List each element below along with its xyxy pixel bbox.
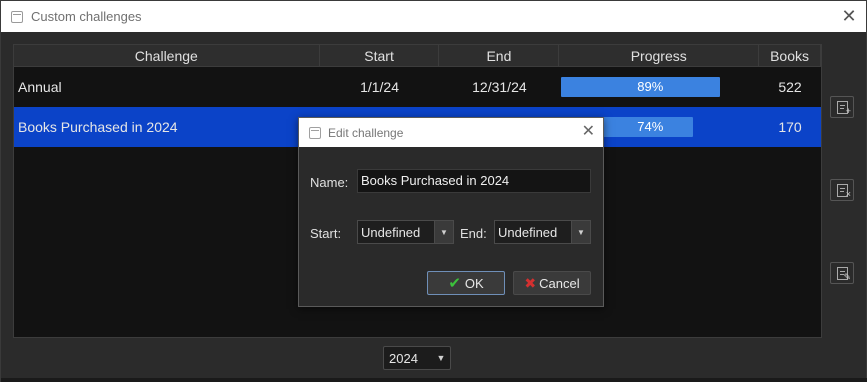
cell-challenge: Books Purchased in 2024	[18, 119, 178, 135]
edit-challenge-button[interactable]: ✎	[830, 262, 854, 284]
name-label: Name:	[310, 175, 349, 190]
chevron-down-icon: ▼	[571, 221, 590, 243]
dialog-titlebar: Edit challenge ✕	[299, 118, 603, 147]
header-start[interactable]: Start	[320, 45, 440, 66]
year-select-value: 2024	[389, 350, 418, 366]
progress-bar: 89%	[561, 77, 739, 97]
cell-challenge: Annual	[18, 79, 62, 95]
cancel-button-label: Cancel	[539, 275, 580, 291]
header-end[interactable]: End	[439, 45, 560, 66]
add-challenge-button[interactable]: +	[830, 96, 854, 118]
end-label: End:	[460, 226, 487, 241]
start-combo[interactable]: Undefined ▼	[357, 220, 454, 244]
year-select[interactable]: 2024 ▼	[383, 346, 451, 370]
ok-button[interactable]: ✔ OK	[427, 271, 505, 295]
bottom-strip	[1, 378, 867, 382]
table-row[interactable]: Annual 1/1/24 12/31/24 89% 522	[14, 67, 821, 107]
chevron-down-icon: ▼	[434, 221, 453, 243]
dialog-title: Edit challenge	[328, 125, 404, 140]
header-progress[interactable]: Progress	[559, 45, 760, 66]
cell-end: 12/31/24	[472, 79, 527, 95]
cell-books: 170	[778, 119, 802, 135]
window-close-icon[interactable]: ✕	[840, 7, 858, 25]
custom-challenges-window: Custom challenges ✕ Challenge Start End …	[0, 0, 867, 382]
dialog-close-icon[interactable]: ✕	[582, 123, 595, 141]
ok-button-label: OK	[464, 275, 484, 291]
start-combo-value: Undefined	[361, 224, 421, 240]
header-challenge[interactable]: Challenge	[14, 45, 320, 66]
cell-progress: 89%	[559, 67, 759, 107]
end-combo-value: Undefined	[498, 224, 558, 240]
window-titlebar: Custom challenges ✕	[1, 1, 866, 32]
table-header: Challenge Start End Progress Books	[14, 45, 822, 67]
cell-start: 1/1/24	[360, 79, 400, 95]
edit-challenge-dialog: Edit challenge ✕ Name: Books Purchased i…	[298, 117, 604, 307]
progress-text: 89%	[637, 79, 664, 94]
cell-books: 522	[778, 79, 802, 95]
end-combo[interactable]: Undefined ▼	[494, 220, 591, 244]
cancel-icon: ✖	[524, 274, 537, 291]
chevron-down-icon: ▼	[436, 353, 446, 363]
header-books[interactable]: Books	[759, 45, 822, 66]
cancel-button[interactable]: ✖ Cancel	[513, 271, 591, 295]
remove-challenge-button[interactable]: ×	[830, 179, 854, 201]
dialog-edit-icon	[309, 126, 321, 139]
start-label: Start:	[310, 226, 342, 241]
window-app-icon	[11, 10, 23, 23]
check-icon: ✔	[448, 275, 461, 292]
name-field[interactable]: Books Purchased in 2024	[357, 169, 591, 193]
window-title: Custom challenges	[31, 9, 142, 24]
